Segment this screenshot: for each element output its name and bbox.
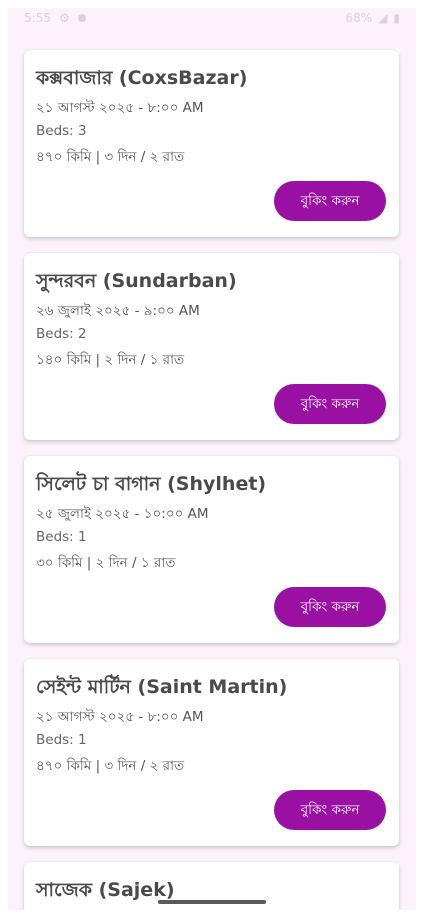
wifi-icon: ◢ <box>378 11 388 25</box>
status-time: 5:55 <box>24 11 51 25</box>
trip-title: কক্সবাজার (CoxsBazar) <box>36 67 248 89</box>
trip-date: ২৬ জুলাই ২০২৫ - ৯:০০ AM <box>36 303 200 319</box>
trip-title: সুন্দরবন (Sundarban) <box>36 270 237 292</box>
app-screen: 5:55 ⚙ 68% ◢ ▮ কক্সবাজার (CoxsBazar) ২১ … <box>8 8 416 910</box>
battery-icon: ▮ <box>393 11 400 25</box>
trip-distance-duration: ৩০ কিমি | ২ দিন / ১ রাত <box>36 555 176 571</box>
status-right: 68% ◢ ▮ <box>345 11 400 25</box>
trip-date: ২১ আগস্ট ২০২৫ - ৮:০০ AM <box>36 709 204 725</box>
book-button[interactable]: বুকিং করুন <box>274 181 386 221</box>
battery-level: 68% <box>345 11 373 25</box>
book-button[interactable]: বুকিং করুন <box>274 384 386 424</box>
trip-beds: Beds: 3 <box>36 123 87 139</box>
settings-icon: ⚙ <box>58 11 70 25</box>
trip-distance-duration: ৪৭০ কিমি | ৩ দিন / ২ রাত <box>36 149 185 165</box>
device-frame: 5:55 ⚙ 68% ◢ ▮ কক্সবাজার (CoxsBazar) ২১ … <box>0 0 424 919</box>
notification-dot-icon <box>77 14 86 22</box>
trip-beds: Beds: 2 <box>36 326 87 342</box>
trip-distance-duration: ৪৭০ কিমি | ৩ দিন / ২ রাত <box>36 758 185 774</box>
trip-card[interactable]: সেইন্ট মার্টিন (Saint Martin) ২১ আগস্ট ২… <box>24 659 399 846</box>
book-button[interactable]: বুকিং করুন <box>274 587 386 627</box>
trip-list[interactable]: কক্সবাজার (CoxsBazar) ২১ আগস্ট ২০২৫ - ৮:… <box>24 50 399 910</box>
trip-distance-duration: ১৪০ কিমি | ২ দিন / ১ রাত <box>36 352 185 368</box>
gesture-nav-handle[interactable] <box>158 900 266 904</box>
trip-title: সাজেক (Sajek) <box>36 879 175 901</box>
trip-title: সিলেট চা বাগান (Shylhet) <box>36 473 267 495</box>
trip-beds: Beds: 1 <box>36 732 87 748</box>
book-button[interactable]: বুকিং করুন <box>274 790 386 830</box>
trip-date: ২১ আগস্ট ২০২৫ - ৮:০০ AM <box>36 100 204 116</box>
status-left: 5:55 ⚙ <box>24 11 86 25</box>
trip-card[interactable]: কক্সবাজার (CoxsBazar) ২১ আগস্ট ২০২৫ - ৮:… <box>24 50 399 237</box>
trip-card[interactable]: সুন্দরবন (Sundarban) ২৬ জুলাই ২০২৫ - ৯:০… <box>24 253 399 440</box>
trip-date: ২৫ জুলাই ২০২৫ - ১০:০০ AM <box>36 506 209 522</box>
trip-title: সেইন্ট মার্টিন (Saint Martin) <box>36 676 288 698</box>
trip-beds: Beds: 1 <box>36 529 87 545</box>
status-bar: 5:55 ⚙ 68% ◢ ▮ <box>8 8 416 30</box>
trip-card[interactable]: সিলেট চা বাগান (Shylhet) ২৫ জুলাই ২০২৫ -… <box>24 456 399 643</box>
